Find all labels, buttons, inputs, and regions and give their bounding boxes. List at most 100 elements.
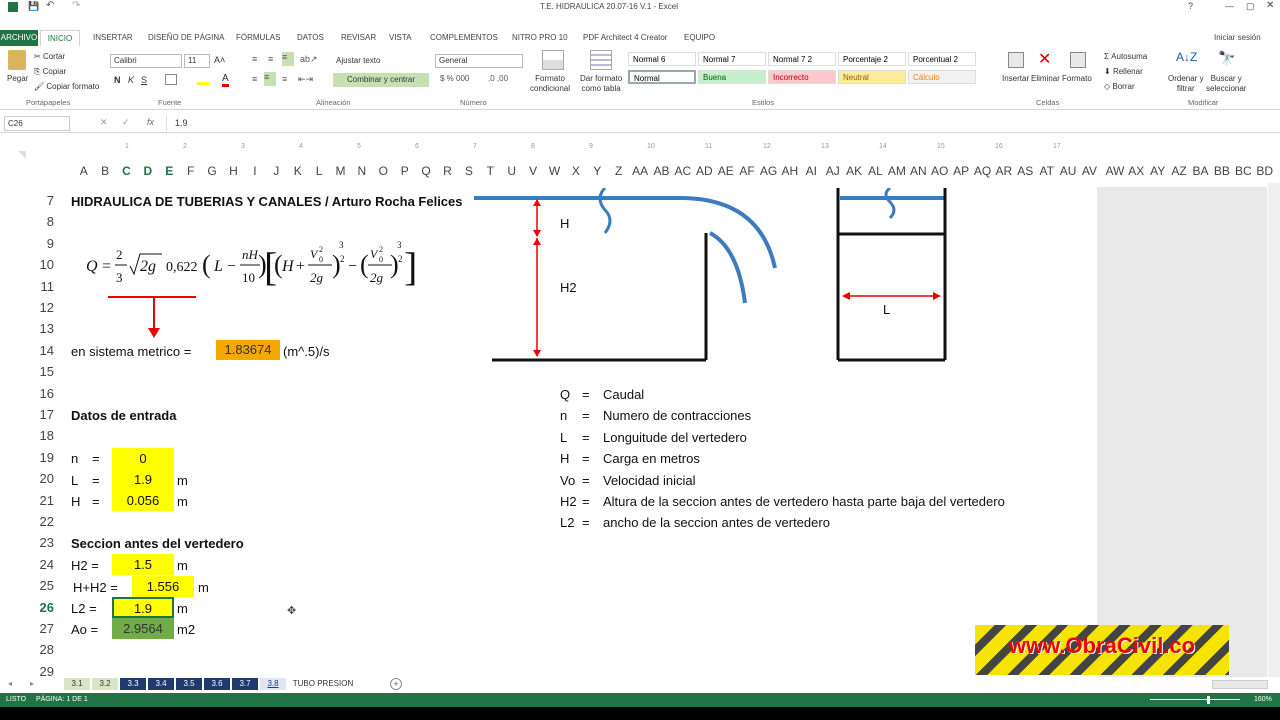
undo-icon[interactable]: ↶ xyxy=(46,0,54,11)
column-header[interactable]: G xyxy=(201,164,222,178)
add-sheet-button[interactable]: + xyxy=(390,678,402,690)
sheet-tab[interactable]: 3.1 xyxy=(64,678,90,690)
format-painter-button[interactable]: 🖌 Copiar formato xyxy=(34,82,99,91)
column-header[interactable]: Z xyxy=(608,164,629,178)
format-cells-icon[interactable] xyxy=(1070,52,1086,68)
column-header[interactable]: L xyxy=(308,164,329,178)
align-left-icon[interactable]: ≡ xyxy=(252,74,257,84)
column-header[interactable]: S xyxy=(458,164,479,178)
L-value-cell[interactable]: 1.9 xyxy=(112,469,174,490)
column-header[interactable]: BD xyxy=(1254,164,1275,178)
Ao-value-cell[interactable]: 2.9564 xyxy=(112,618,174,639)
name-box[interactable]: C26 xyxy=(4,116,70,131)
sheet-tab[interactable]: 3.6 xyxy=(204,678,230,690)
column-header[interactable]: AO xyxy=(929,164,950,178)
column-header[interactable]: E xyxy=(159,164,180,178)
wrap-text-button[interactable]: Ajustar texto xyxy=(336,56,380,65)
column-header[interactable]: AT xyxy=(1036,164,1057,178)
tab-formulas[interactable]: FÓRMULAS xyxy=(236,30,280,46)
sort-filter-button[interactable]: Ordenar y filtrar xyxy=(1168,74,1204,94)
font-size-select[interactable]: 11 xyxy=(184,54,210,68)
style-option[interactable]: Neutral xyxy=(838,70,906,84)
column-header[interactable]: M xyxy=(330,164,351,178)
HH2-value-cell[interactable]: 1.556 xyxy=(132,576,194,597)
number-format-select[interactable]: General xyxy=(435,54,523,68)
formula-input[interactable]: 1.9 xyxy=(166,116,1274,131)
zoom-slider-thumb[interactable] xyxy=(1207,696,1210,704)
find-select-icon[interactable]: 🔭 xyxy=(1218,50,1235,67)
tab-nitro[interactable]: NITRO PRO 10 xyxy=(512,30,568,46)
column-header[interactable]: I xyxy=(244,164,265,178)
tab-diseno[interactable]: DISEÑO DE PÁGINA xyxy=(148,30,224,46)
column-header[interactable]: BA xyxy=(1190,164,1211,178)
font-name-select[interactable]: Calibri xyxy=(110,54,182,68)
column-header[interactable]: Q xyxy=(415,164,436,178)
n-value-cell[interactable]: 0 xyxy=(112,448,174,469)
style-option[interactable]: Normal 6 xyxy=(628,52,696,66)
minimize-button[interactable]: — xyxy=(1225,1,1234,11)
sheet-tab[interactable]: 3.3 xyxy=(120,678,146,690)
metric-value-cell[interactable]: 1.83674 xyxy=(216,340,280,360)
H2-value-cell[interactable]: 1.5 xyxy=(112,554,174,575)
vertical-scrollbar[interactable] xyxy=(1268,183,1280,677)
row-header[interactable]: 19 xyxy=(24,450,54,465)
column-header[interactable]: V xyxy=(522,164,543,178)
tab-vista[interactable]: VISTA xyxy=(389,30,412,46)
column-header[interactable]: R xyxy=(437,164,458,178)
column-header[interactable]: AU xyxy=(1057,164,1078,178)
column-header[interactable]: AW xyxy=(1104,164,1125,178)
cut-button[interactable]: ✂ Cortar xyxy=(34,52,65,61)
L2-value-cell[interactable]: 1.9 xyxy=(112,597,174,618)
tab-pdf-architect[interactable]: PDF Architect 4 Creator xyxy=(583,30,667,46)
prev-sheet-icon[interactable]: ◂ xyxy=(8,679,12,688)
column-header[interactable]: AI xyxy=(801,164,822,178)
column-header[interactable]: O xyxy=(373,164,394,178)
sign-in-link[interactable]: Iniciar sesión xyxy=(1214,30,1261,46)
column-header[interactable]: AQ xyxy=(972,164,993,178)
row-header[interactable]: 14 xyxy=(24,343,54,358)
column-header[interactable]: T xyxy=(480,164,501,178)
align-bottom-icon[interactable]: ≡ xyxy=(282,52,294,66)
sheet-tab[interactable]: 3.2 xyxy=(92,678,118,690)
borders-icon[interactable] xyxy=(165,74,177,85)
merge-center-button[interactable]: Combinar y centrar xyxy=(333,73,429,87)
row-header[interactable]: 25 xyxy=(24,578,54,593)
indent-icon[interactable]: ⇤⇥ xyxy=(298,74,313,85)
grow-font-icon[interactable]: A˄ xyxy=(214,55,225,65)
column-header[interactable]: J xyxy=(266,164,287,178)
column-header[interactable]: AE xyxy=(715,164,736,178)
column-header[interactable]: B xyxy=(94,164,115,178)
tab-revisar[interactable]: REVISAR xyxy=(341,30,376,46)
sheet-tab[interactable]: TUBO PRESION xyxy=(288,678,358,690)
row-header[interactable]: 12 xyxy=(24,300,54,315)
column-header[interactable]: F xyxy=(180,164,201,178)
column-header[interactable]: D xyxy=(137,164,158,178)
style-option[interactable]: Incorrecto xyxy=(768,70,836,84)
column-header[interactable]: AK xyxy=(843,164,864,178)
row-header[interactable]: 28 xyxy=(24,642,54,657)
close-button[interactable]: ✕ xyxy=(1266,0,1274,11)
cancel-icon[interactable]: ✕ xyxy=(100,117,108,128)
redo-icon[interactable]: ↷ xyxy=(72,0,80,11)
row-header[interactable]: 23 xyxy=(24,535,54,550)
column-header[interactable]: AA xyxy=(629,164,650,178)
row-header[interactable]: 21 xyxy=(24,493,54,508)
column-header[interactable]: H xyxy=(223,164,244,178)
decimals-icon[interactable]: ,0 ,00 xyxy=(488,74,508,83)
bold-button[interactable]: N xyxy=(114,75,121,85)
column-header[interactable]: AZ xyxy=(1168,164,1189,178)
align-top-icon[interactable]: ≡ xyxy=(252,54,257,64)
style-option[interactable]: Buena xyxy=(698,70,766,84)
column-header[interactable]: A xyxy=(73,164,94,178)
restore-button[interactable]: ▢ xyxy=(1246,1,1255,12)
align-center-icon[interactable]: ≡ xyxy=(264,72,276,86)
horizontal-scrollbar[interactable] xyxy=(1212,680,1268,689)
align-right-icon[interactable]: ≡ xyxy=(282,74,287,84)
row-header[interactable]: 22 xyxy=(24,514,54,529)
clear-button[interactable]: ◇ Borrar xyxy=(1104,82,1135,91)
column-header[interactable]: X xyxy=(565,164,586,178)
column-header[interactable]: BB xyxy=(1211,164,1232,178)
tab-datos[interactable]: DATOS xyxy=(297,30,324,46)
column-header[interactable]: AS xyxy=(1015,164,1036,178)
column-header[interactable]: AD xyxy=(694,164,715,178)
